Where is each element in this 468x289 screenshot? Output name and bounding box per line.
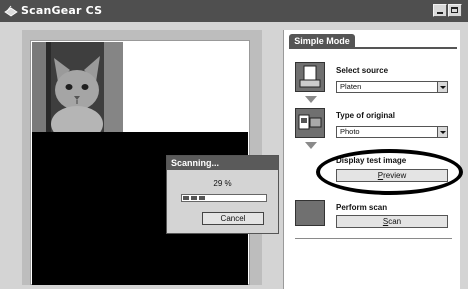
type-of-original-value: Photo — [340, 127, 360, 136]
panel-divider — [295, 238, 452, 239]
select-source-value: Platen — [340, 82, 362, 91]
tab-simple-mode[interactable]: Simple Mode — [289, 34, 355, 48]
type-of-original-label: Type of original — [336, 111, 395, 120]
progress-bar-fill — [183, 196, 207, 200]
maximize-button[interactable] — [448, 4, 462, 17]
select-source-icon — [295, 62, 325, 92]
step-arrow-icon — [305, 142, 317, 149]
tab-underline — [289, 47, 457, 49]
window-title: ScanGear CS — [21, 4, 103, 17]
select-source-label: Select source — [336, 66, 389, 75]
dialog-title: Scanning... — [167, 156, 278, 170]
scanning-dialog: Scanning... 29 % Cancel — [166, 155, 279, 234]
type-of-original-icon — [295, 108, 325, 138]
highlight-ellipse — [316, 149, 463, 195]
minimize-button[interactable] — [433, 4, 447, 17]
scanner-app-icon — [4, 5, 18, 17]
progress-percent: 29 % — [213, 179, 232, 188]
progress-bar — [181, 194, 267, 202]
select-source-dropdown[interactable]: Platen — [336, 81, 448, 93]
cancel-button[interactable]: Cancel — [202, 212, 264, 225]
title-bar: ScanGear CS — [0, 0, 468, 22]
preview-photo-cat — [32, 42, 123, 132]
scan-button[interactable]: Scan — [336, 215, 448, 228]
step-arrow-icon — [305, 96, 317, 103]
type-of-original-dropdown[interactable]: Photo — [336, 126, 448, 138]
perform-scan-icon — [295, 200, 325, 226]
chevron-down-icon[interactable] — [437, 127, 447, 137]
chevron-down-icon[interactable] — [437, 82, 447, 92]
perform-scan-label: Perform scan — [336, 203, 388, 212]
scangear-window: ScanGear CS Simple Mode Select source Pl… — [0, 0, 468, 289]
